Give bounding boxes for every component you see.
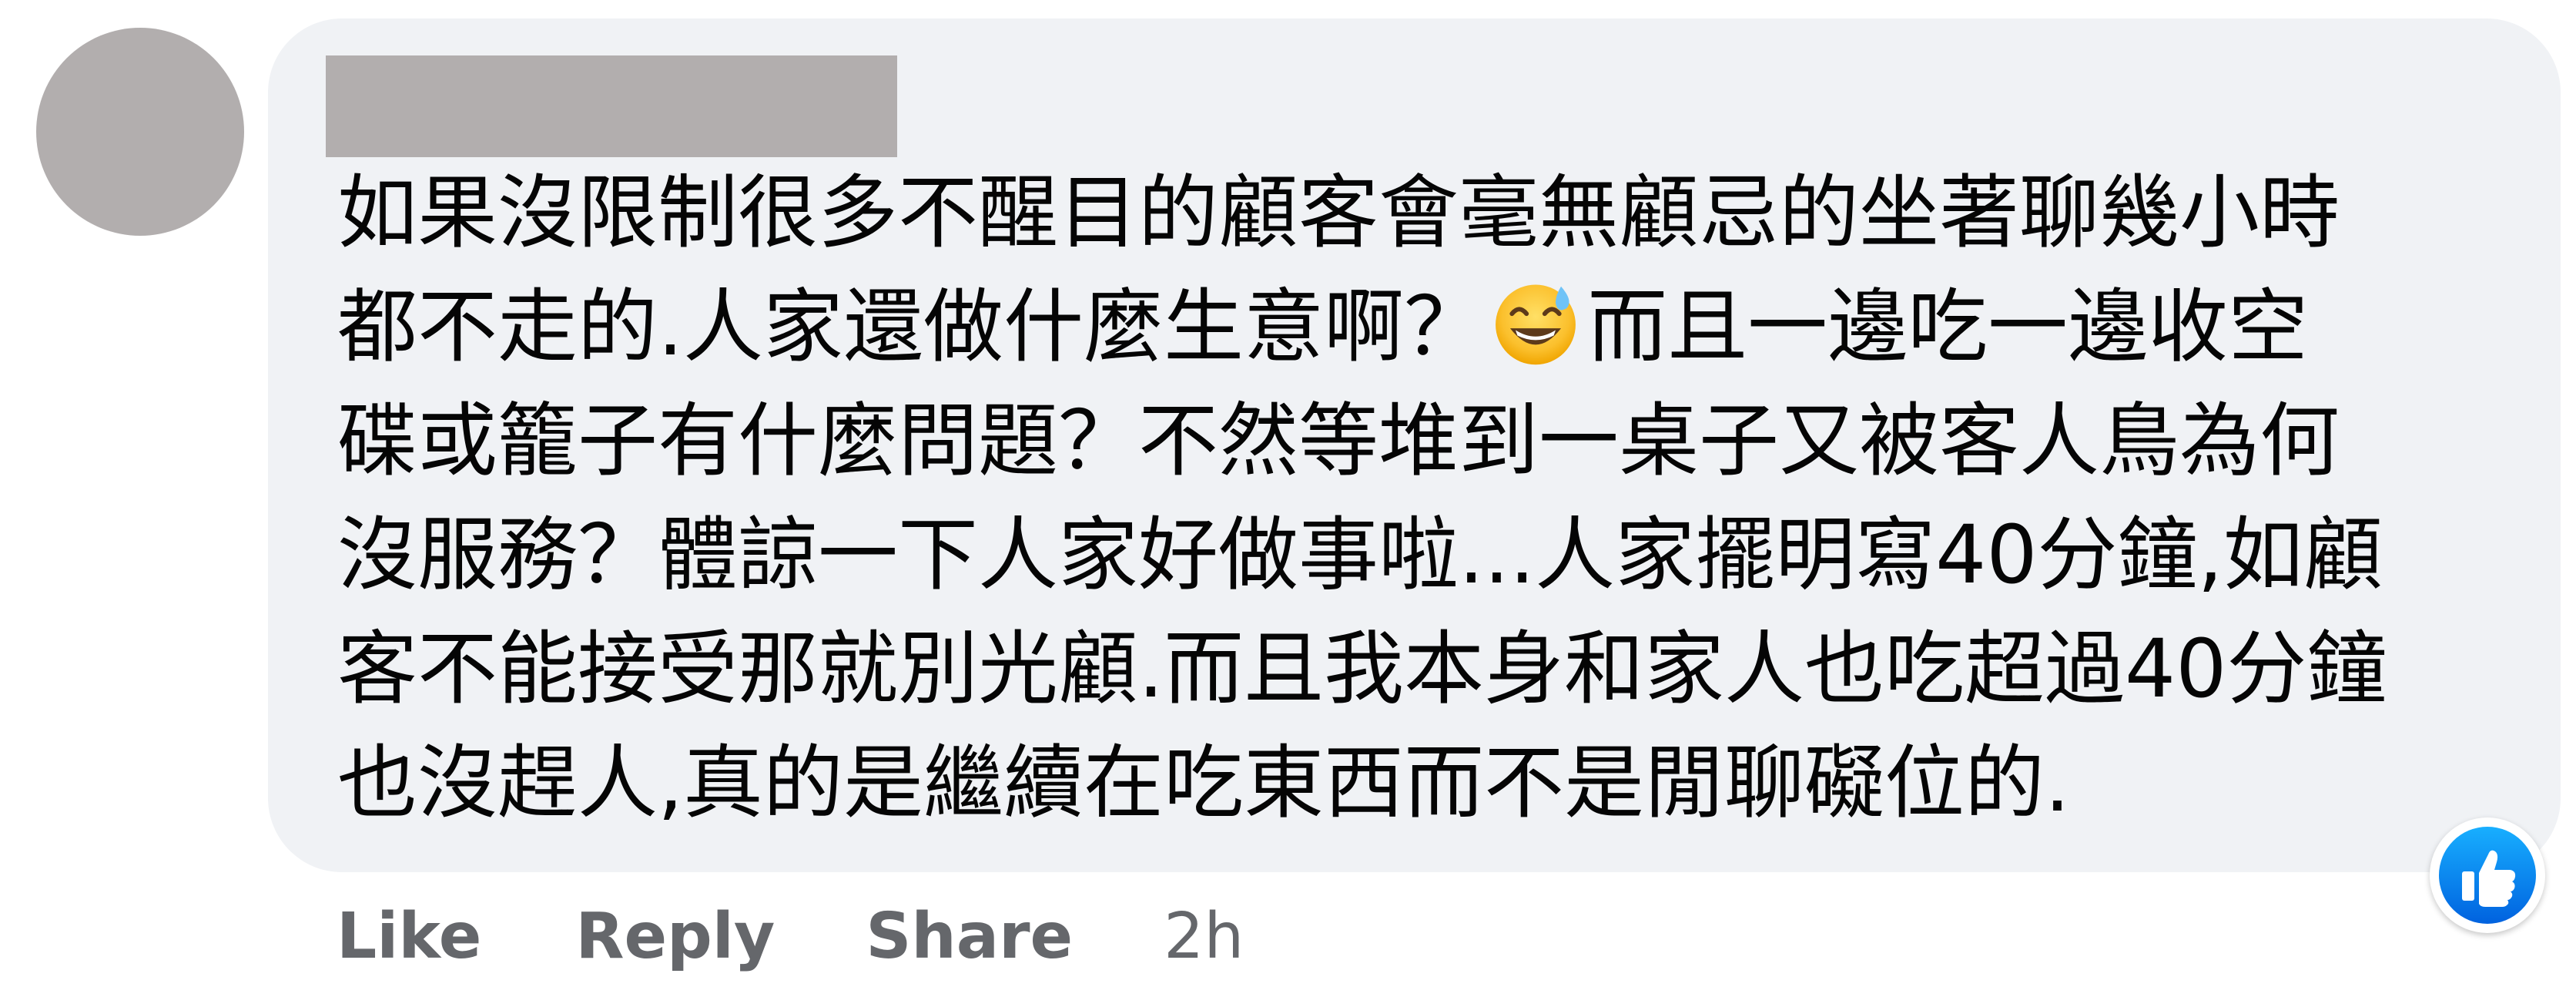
comment-line: 如果沒限制很多不醒目的顧客會毫無顧忌的坐著聊幾小時 — [337, 166, 2340, 260]
comment-actions: Like Reply Share 2h — [337, 894, 1244, 979]
comment-line-part: 而且一邊吃一邊收空 — [1587, 280, 2309, 374]
author-name-redacted[interactable] — [326, 55, 897, 157]
comment-line: 客不能接受那就別光顧.而且我本身和家人也吃超過40分鐘 — [337, 622, 2387, 716]
comment: 如果沒限制很多不醒目的顧客會毫無顧忌的坐著聊幾小時 都不走的.人家還做什麼生意啊… — [0, 0, 2576, 997]
comment-line: 沒服務？體諒一下人家好做事啦...人家擺明寫40分鐘,如顧 — [337, 508, 2383, 602]
like-reaction-badge[interactable] — [2430, 817, 2545, 933]
comment-line: 碟或籠子有什麼問題？不然等堆到一桌子又被客人鳥為何 — [337, 394, 2340, 488]
comment-line-part: 都不走的.人家還做什麼生意啊？ — [337, 280, 1485, 374]
share-button[interactable]: Share — [866, 900, 1073, 973]
grinning-face-with-sweat-icon — [1496, 284, 1576, 365]
timestamp[interactable]: 2h — [1164, 900, 1244, 973]
like-button[interactable]: Like — [337, 900, 481, 973]
thumbs-up-icon — [2462, 850, 2516, 907]
like-reaction-circle — [2439, 827, 2536, 924]
comment-bubble: 如果沒限制很多不醒目的顧客會毫無顧忌的坐著聊幾小時 都不走的.人家還做什麼生意啊… — [268, 18, 2561, 872]
comment-text: 如果沒限制很多不醒目的顧客會毫無顧忌的坐著聊幾小時 都不走的.人家還做什麼生意啊… — [337, 156, 2555, 840]
avatar[interactable] — [36, 28, 244, 236]
comment-line: 也沒趕人,真的是繼續在吃東西而不是閒聊礙位的. — [337, 736, 2071, 830]
comment-line: 都不走的.人家還做什麼生意啊？ 而且一邊吃一邊收空 — [337, 270, 2555, 384]
reply-button[interactable]: Reply — [575, 900, 775, 973]
